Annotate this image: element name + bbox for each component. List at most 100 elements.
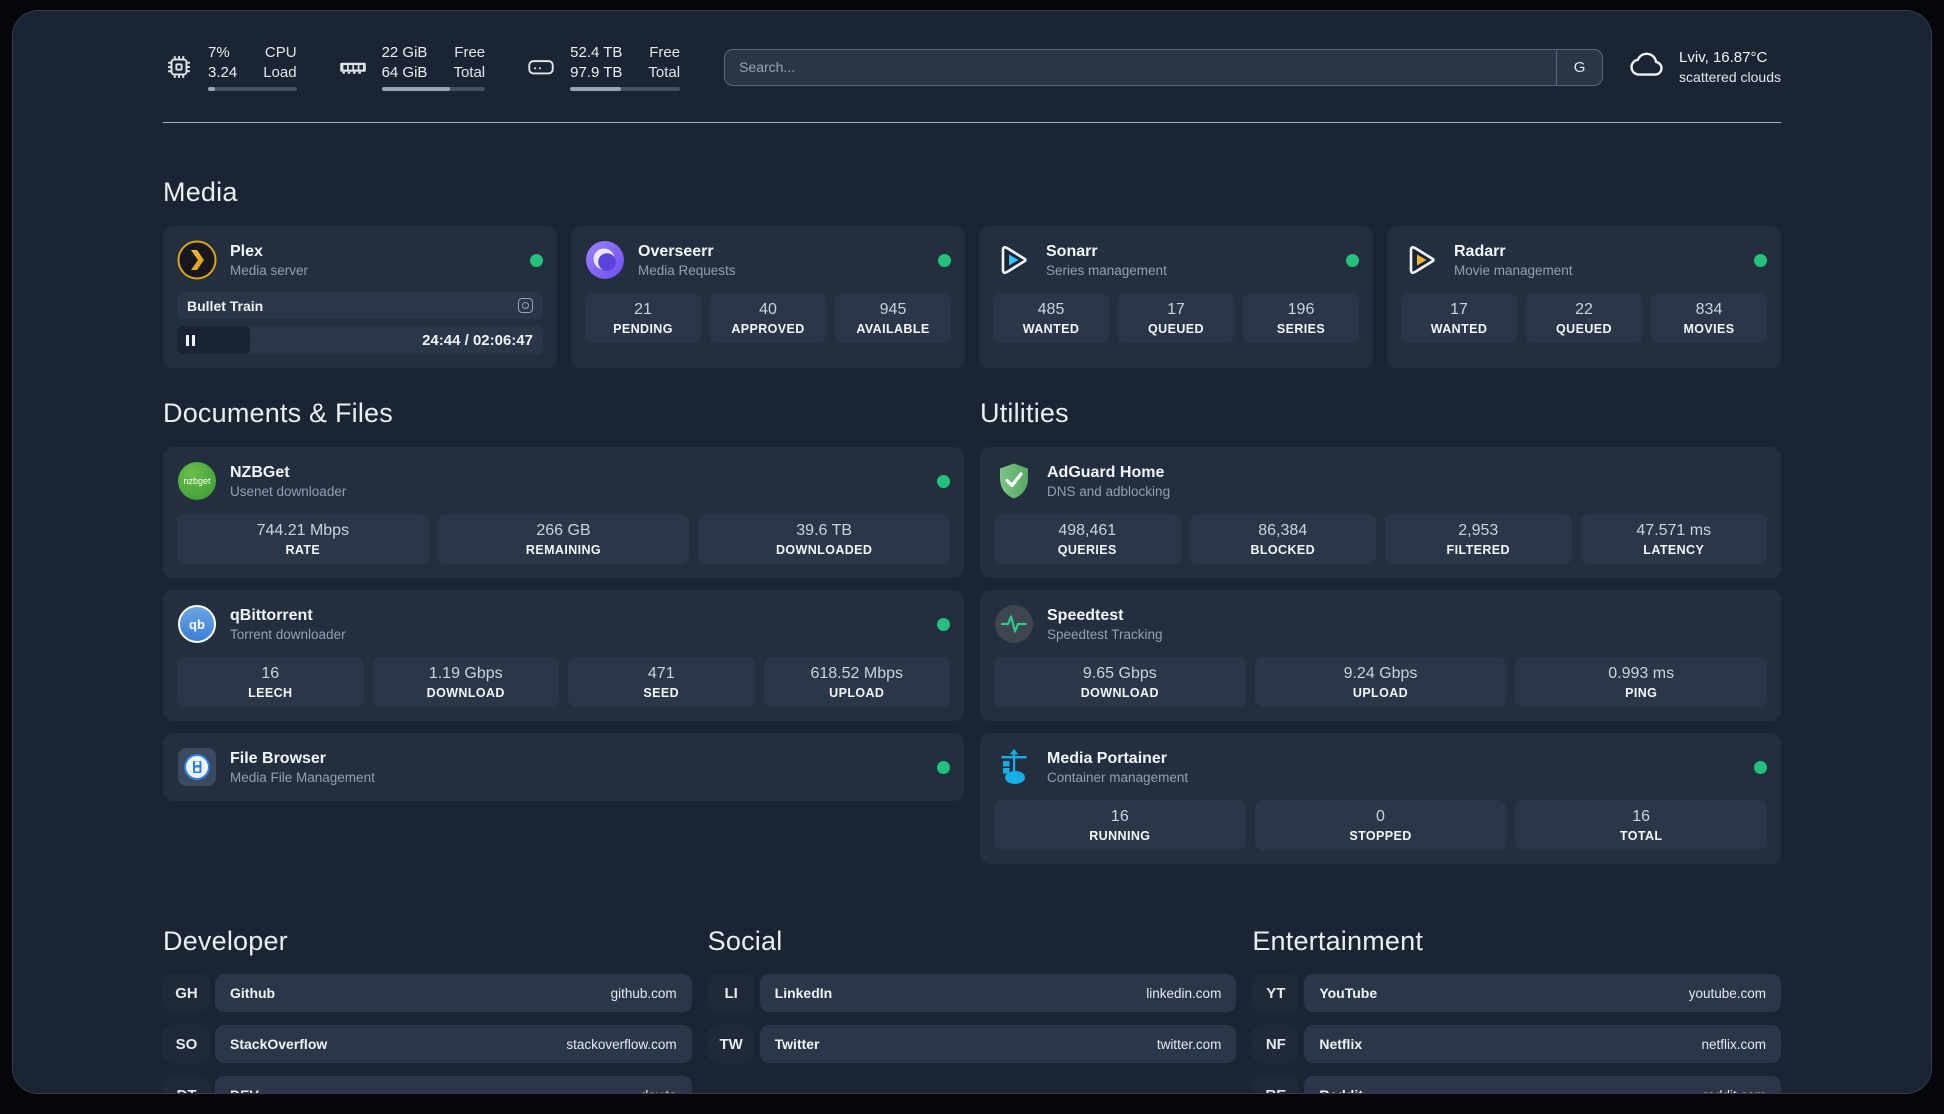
stat-queued: 22 QUEUED xyxy=(1526,293,1642,343)
disk-free-value: 52.4 TB xyxy=(570,43,623,61)
qbittorrent-card[interactable]: qb qBittorrent Torrent downloader 16 LEEC… xyxy=(163,590,964,721)
sonarr-card[interactable]: Sonarr Series management 485 WANTED 17 QUE… xyxy=(979,226,1373,368)
link-row-twitter[interactable]: TW Twitter twitter.com xyxy=(707,1025,1237,1063)
link-row-dev[interactable]: DT DEV dev.to xyxy=(163,1076,692,1093)
header-divider xyxy=(163,122,1781,123)
stat-seed: 471 SEED xyxy=(568,657,755,707)
link-url: youtube.com xyxy=(1688,985,1766,1001)
link-abbr-badge: GH xyxy=(163,974,210,1012)
qbittorrent-logo-icon: qb xyxy=(177,604,217,644)
portainer-card[interactable]: Media Portainer Container management 16 R… xyxy=(980,733,1781,864)
stat-total: 16 TOTAL xyxy=(1515,800,1767,850)
cpu-usage-label: CPU xyxy=(264,43,297,61)
section-title-developer: Developer xyxy=(163,926,288,956)
pause-icon[interactable] xyxy=(186,334,195,346)
status-online-dot xyxy=(1346,253,1359,267)
link-abbr-badge: SO xyxy=(163,1025,210,1063)
section-social: Social LI LinkedIn linkedin.com TW Twitt… xyxy=(707,926,1237,1063)
disk-progress-bar xyxy=(570,87,681,92)
app-name: qBittorrent xyxy=(230,606,313,624)
status-online-dot xyxy=(938,253,951,267)
stat-latency: 47.571 ms LATENCY xyxy=(1580,514,1767,564)
dashboard-panel: 7% 3.24 CPU Load 22 GiB 64 GiB Free Tota… xyxy=(12,10,1932,1094)
stat-series: 196 SERIES xyxy=(1243,293,1359,343)
section-utilities: Utilities AdGuard Home DNS and adblockin… xyxy=(980,398,1781,864)
app-name: Sonarr xyxy=(1046,242,1098,260)
stat-blocked: 86,384 BLOCKED xyxy=(1189,514,1376,564)
speedtest-logo-icon xyxy=(994,604,1034,644)
disk-icon xyxy=(525,51,557,83)
speedtest-card[interactable]: Speedtest Speedtest Tracking 9.65 Gbps DO… xyxy=(980,590,1781,721)
app-name: Speedtest xyxy=(1047,606,1124,624)
disk-free-label: Free xyxy=(649,43,681,61)
section-documents: Documents & Files nzbget NZBGet Usenet d… xyxy=(163,398,964,801)
playback-time: 24:44 / 02:06:47 xyxy=(422,331,533,349)
stat-pending: 21 PENDING xyxy=(585,293,701,343)
app-subtitle: Series management xyxy=(1046,262,1167,278)
link-row-github[interactable]: GH Github github.com xyxy=(163,974,692,1012)
overseerr-logo-icon xyxy=(585,240,625,280)
system-stats: 7% 3.24 CPU Load 22 GiB 64 GiB Free Tota… xyxy=(163,43,681,92)
stat-queued: 17 QUEUED xyxy=(1118,293,1234,343)
app-name: Plex xyxy=(230,242,263,260)
svg-text:qb: qb xyxy=(189,617,205,632)
search-provider-button[interactable]: G xyxy=(1556,49,1602,85)
disk-stat: 52.4 TB 97.9 TB Free Total xyxy=(525,43,681,92)
app-name: NZBGet xyxy=(230,463,290,481)
link-url: github.com xyxy=(610,985,677,1001)
memory-progress-bar xyxy=(381,87,486,92)
app-subtitle: DNS and adblocking xyxy=(1047,483,1171,499)
playback-progress-bar[interactable]: 24:44 / 02:06:47 xyxy=(177,326,543,354)
stat-stopped: 0 STOPPED xyxy=(1254,800,1507,850)
cast-icon[interactable] xyxy=(518,298,533,313)
overseerr-card[interactable]: Overseerr Media Requests 21 PENDING 40 APP… xyxy=(571,226,965,368)
cpu-icon xyxy=(163,51,195,83)
link-name: Netflix xyxy=(1319,1036,1363,1052)
sonarr-logo-icon xyxy=(993,240,1033,280)
plex-card[interactable]: Plex Media server Bullet Train 24:44 / 0… xyxy=(163,226,557,368)
cpu-load-value: 3.24 xyxy=(208,63,238,81)
link-row-stackoverflow[interactable]: SO StackOverflow stackoverflow.com xyxy=(163,1025,692,1063)
disk-total-value: 97.9 TB xyxy=(570,63,623,81)
nzbget-card[interactable]: nzbget NZBGet Usenet downloader 744.21 M… xyxy=(163,447,964,578)
stat-download: 9.65 Gbps DOWNLOAD xyxy=(994,657,1246,707)
link-abbr-badge: LI xyxy=(707,974,755,1012)
link-name: DEV xyxy=(230,1087,259,1093)
stat-queries: 498,461 QUERIES xyxy=(994,514,1181,564)
section-title-documents: Documents & Files xyxy=(163,398,393,428)
link-row-reddit[interactable]: RE Reddit reddit.com xyxy=(1252,1076,1781,1093)
stat-wanted: 485 WANTED xyxy=(993,293,1109,343)
svg-text:nzbget: nzbget xyxy=(183,476,211,486)
link-abbr-badge: TW xyxy=(707,1025,755,1063)
link-abbr-badge: DT xyxy=(163,1076,210,1093)
cpu-load-label: Load xyxy=(263,63,297,81)
status-online-dot xyxy=(1754,760,1767,774)
stat-movies: 834 MOVIES xyxy=(1651,293,1767,343)
nzbget-logo-icon: nzbget xyxy=(177,461,217,501)
weather-condition: scattered clouds xyxy=(1679,68,1781,85)
link-row-netflix[interactable]: NF Netflix netflix.com xyxy=(1252,1025,1781,1063)
stat-wanted: 17 WANTED xyxy=(1401,293,1517,343)
app-subtitle: Media File Management xyxy=(230,769,375,785)
app-name: Overseerr xyxy=(638,242,714,260)
status-online-dot xyxy=(937,617,950,631)
stat-download: 1.19 Gbps DOWNLOAD xyxy=(372,657,559,707)
link-name: YouTube xyxy=(1319,985,1378,1001)
radarr-card[interactable]: Radarr Movie management 17 WANTED 22 QUEUE… xyxy=(1387,226,1781,368)
stat-downloaded: 39.6 TB DOWNLOADED xyxy=(698,514,950,564)
radarr-logo-icon xyxy=(1401,240,1441,280)
cpu-usage-value: 7% xyxy=(208,43,230,61)
playback-elapsed xyxy=(177,326,251,354)
stat-remaining: 266 GB REMAINING xyxy=(437,514,690,564)
stat-approved: 40 APPROVED xyxy=(710,293,826,343)
link-name: Twitter xyxy=(774,1036,820,1052)
cpu-progress-bar xyxy=(208,87,297,92)
link-row-linkedin[interactable]: LI LinkedIn linkedin.com xyxy=(707,974,1237,1012)
filebrowser-card[interactable]: File Browser Media File Management xyxy=(163,733,964,801)
app-name: Radarr xyxy=(1454,242,1506,260)
link-row-youtube[interactable]: YT YouTube youtube.com xyxy=(1252,974,1781,1012)
link-url: stackoverflow.com xyxy=(566,1036,677,1052)
adguard-card[interactable]: AdGuard Home DNS and adblocking 498,461 Q… xyxy=(980,447,1781,578)
memory-stat: 22 GiB 64 GiB Free Total xyxy=(337,43,486,92)
search-input[interactable] xyxy=(725,59,1557,75)
